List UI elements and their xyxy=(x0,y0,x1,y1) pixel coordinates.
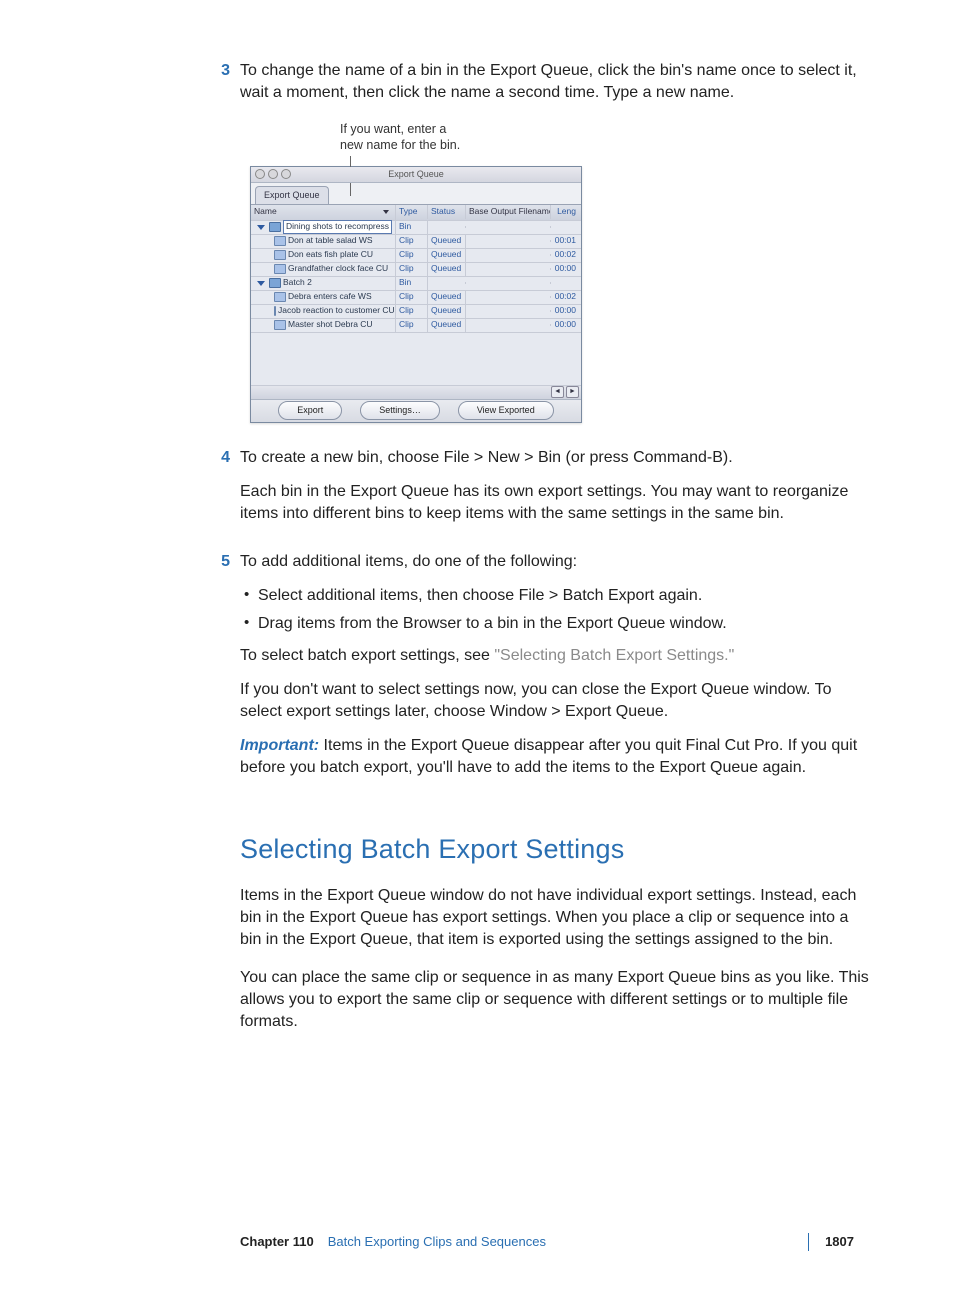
important-note: Important: Items in the Export Queue dis… xyxy=(240,735,874,779)
zoom-icon[interactable] xyxy=(281,169,291,179)
step-3: 3 To change the name of a bin in the Exp… xyxy=(80,60,874,116)
table-row[interactable]: Don at table salad WS Clip Queued 00:01 xyxy=(251,235,581,249)
disclosure-triangle-icon[interactable] xyxy=(257,281,265,286)
clip-icon xyxy=(274,236,286,246)
col-name[interactable]: Name xyxy=(251,205,396,219)
window-title: Export Queue xyxy=(388,169,444,179)
table-row[interactable]: Master shot Debra CU Clip Queued 00:00 xyxy=(251,319,581,333)
bullet-item: Select additional items, then choose Fil… xyxy=(258,585,874,607)
important-text: Items in the Export Queue disappear afte… xyxy=(240,737,857,776)
step-body: To add additional items, do one of the f… xyxy=(240,551,874,792)
section-para: Items in the Export Queue window do not … xyxy=(240,885,874,951)
scroll-right-icon[interactable]: ► xyxy=(566,386,579,398)
step-number: 3 xyxy=(80,60,240,116)
callout-line1: If you want, enter a xyxy=(340,122,446,136)
step-4: 4 To create a new bin, choose File > New… xyxy=(80,447,874,537)
footer-chapter: Chapter 110 xyxy=(240,1233,314,1251)
table-row[interactable]: Jacob reaction to customer CU Clip Queue… xyxy=(251,305,581,319)
window-footer: Export Settings… View Exported xyxy=(251,399,581,422)
step-text: To add additional items, do one of the f… xyxy=(240,551,874,573)
section-title: Selecting Batch Export Settings xyxy=(240,831,874,868)
window-traffic-lights[interactable] xyxy=(255,169,291,179)
sort-indicator-icon xyxy=(383,210,389,214)
select-settings-line: To select batch export settings, see "Se… xyxy=(240,645,874,667)
empty-area xyxy=(251,333,581,386)
important-label: Important: xyxy=(240,737,319,754)
export-queue-figure: If you want, enter a new name for the bi… xyxy=(250,166,874,422)
step-body: To change the name of a bin in the Expor… xyxy=(240,60,874,116)
horizontal-scrollbar[interactable]: ◄ ► xyxy=(251,386,581,399)
col-base-output[interactable]: Base Output Filename xyxy=(466,205,551,219)
bullet-list: Select additional items, then choose Fil… xyxy=(240,585,874,635)
step-follow: Each bin in the Export Queue has its own… xyxy=(240,481,874,525)
section-para: You can place the same clip or sequence … xyxy=(240,967,874,1033)
callout-line2: new name for the bin. xyxy=(340,138,460,152)
step-body: To create a new bin, choose File > New >… xyxy=(240,447,874,537)
table-row[interactable]: Batch 2 Bin xyxy=(251,277,581,291)
step-text: To create a new bin, choose File > New >… xyxy=(240,447,874,469)
disclosure-triangle-icon[interactable] xyxy=(257,225,265,230)
table-row[interactable]: Debra enters cafe WS Clip Queued 00:02 xyxy=(251,291,581,305)
clip-icon xyxy=(274,292,286,302)
figure-callout: If you want, enter a new name for the bi… xyxy=(340,122,460,153)
col-status[interactable]: Status xyxy=(428,205,466,219)
footer-title: Batch Exporting Clips and Sequences xyxy=(328,1233,546,1251)
bullet-item: Drag items from the Browser to a bin in … xyxy=(258,613,874,635)
step-5: 5 To add additional items, do one of the… xyxy=(80,551,874,792)
col-type[interactable]: Type xyxy=(396,205,428,219)
col-length[interactable]: Leng xyxy=(551,205,579,219)
export-button[interactable]: Export xyxy=(278,401,342,419)
minimize-icon[interactable] xyxy=(268,169,278,179)
close-note: If you don't want to select settings now… xyxy=(240,679,874,723)
table-row[interactable]: Grandfather clock face CU Clip Queued 00… xyxy=(251,263,581,277)
column-header-row: Name Type Status Base Output Filename Le… xyxy=(251,204,581,221)
scroll-left-icon[interactable]: ◄ xyxy=(551,386,564,398)
manual-page: 3 To change the name of a bin in the Exp… xyxy=(0,0,954,1291)
footer-page-number: 1807 xyxy=(808,1233,854,1251)
export-queue-window: Export Queue Export Queue Name Type Stat… xyxy=(250,166,582,422)
step-number: 5 xyxy=(80,551,240,792)
table-body: Dining shots to recompress Bin Don at ta… xyxy=(251,221,581,386)
table-row[interactable]: Dining shots to recompress Bin xyxy=(251,221,581,235)
cross-reference-link[interactable]: "Selecting Batch Export Settings." xyxy=(494,647,734,664)
settings-button[interactable]: Settings… xyxy=(360,401,440,419)
bin-name-edit[interactable]: Dining shots to recompress xyxy=(283,220,392,234)
folder-icon xyxy=(269,222,281,232)
view-exported-button[interactable]: View Exported xyxy=(458,401,554,419)
step-number: 4 xyxy=(80,447,240,537)
tab-bar: Export Queue xyxy=(251,183,581,203)
page-footer: Chapter 110 Batch Exporting Clips and Se… xyxy=(80,1233,874,1251)
clip-icon xyxy=(274,306,276,316)
close-icon[interactable] xyxy=(255,169,265,179)
clip-icon xyxy=(274,250,286,260)
section-selecting-batch-export-settings: Selecting Batch Export Settings Items in… xyxy=(240,831,874,1033)
window-titlebar[interactable]: Export Queue xyxy=(251,167,581,183)
step-text: To change the name of a bin in the Expor… xyxy=(240,60,874,104)
table-row[interactable]: Don eats fish plate CU Clip Queued 00:02 xyxy=(251,249,581,263)
folder-icon xyxy=(269,278,281,288)
tab-export-queue[interactable]: Export Queue xyxy=(255,186,329,203)
clip-icon xyxy=(274,264,286,274)
clip-icon xyxy=(274,320,286,330)
